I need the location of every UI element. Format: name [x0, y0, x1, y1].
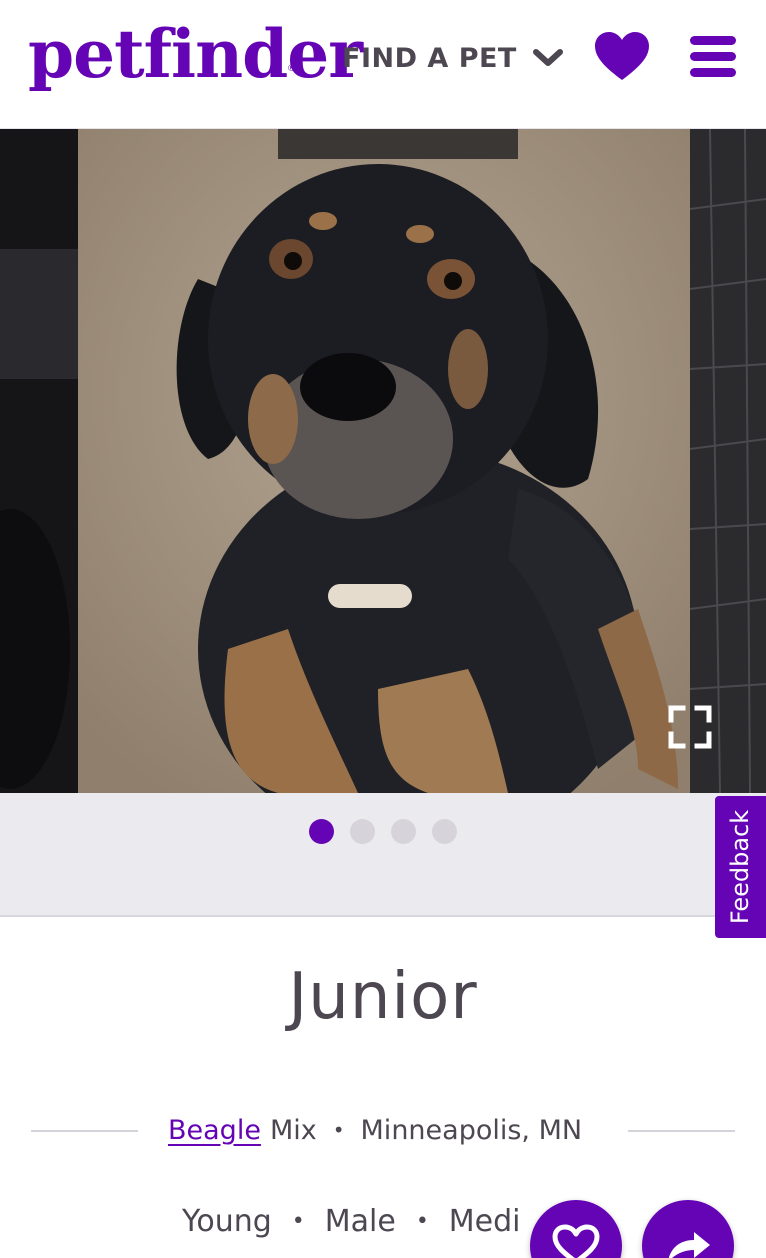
dog-photo[interactable]: [78, 129, 690, 793]
menu-icon[interactable]: [690, 34, 736, 80]
pet-attributes-row: Young • Male • Medi: [182, 1198, 521, 1244]
registered-mark: ®: [287, 64, 296, 74]
petfinder-logo[interactable]: petfinder: [28, 14, 363, 94]
separator-dot: •: [291, 1208, 305, 1234]
photo-gallery[interactable]: [0, 129, 766, 793]
pet-age: Young: [182, 1203, 272, 1239]
separator-dot: •: [332, 1118, 345, 1142]
divider-right: [628, 1130, 735, 1132]
feedback-tab[interactable]: Feedback: [715, 796, 766, 938]
separator-dot: •: [415, 1208, 429, 1234]
feedback-label: Feedback: [726, 809, 755, 925]
previous-photo-peek[interactable]: [0, 129, 78, 793]
heart-icon[interactable]: [594, 32, 650, 82]
breed-location-text: Beagle Mix • Minneapolis, MN: [168, 1108, 582, 1152]
pagination-dot-3[interactable]: [391, 819, 416, 844]
favorite-button[interactable]: [530, 1200, 622, 1258]
share-button[interactable]: [642, 1200, 734, 1258]
site-header: petfinder ® FIND A PET: [0, 0, 766, 129]
breed-link[interactable]: Beagle: [168, 1115, 261, 1146]
pagination-dots: [309, 819, 457, 844]
divider-left: [31, 1130, 138, 1132]
expand-icon[interactable]: [668, 705, 712, 749]
heart-outline-icon: [552, 1224, 600, 1258]
gallery-pagination: [0, 793, 766, 917]
chevron-down-icon: [532, 49, 563, 66]
pet-detail-page: petfinder ® FIND A PET Feedback Junior B…: [0, 0, 766, 1258]
next-photo-peek[interactable]: [690, 129, 766, 793]
pet-location: Minneapolis, MN: [360, 1114, 583, 1146]
find-a-pet-menu[interactable]: FIND A PET: [342, 38, 563, 78]
breed-suffix: Mix: [269, 1114, 317, 1146]
pagination-dot-2[interactable]: [350, 819, 375, 844]
find-a-pet-label: FIND A PET: [342, 42, 517, 74]
pet-name: Junior: [288, 960, 478, 1034]
pagination-dot-4[interactable]: [432, 819, 457, 844]
pet-sex: Male: [324, 1203, 396, 1239]
pagination-dot-1[interactable]: [309, 819, 334, 844]
pet-size: Medi: [448, 1203, 521, 1239]
breed-location-row: Beagle Mix • Minneapolis, MN: [0, 1108, 766, 1152]
share-arrow-icon: [668, 1232, 710, 1258]
